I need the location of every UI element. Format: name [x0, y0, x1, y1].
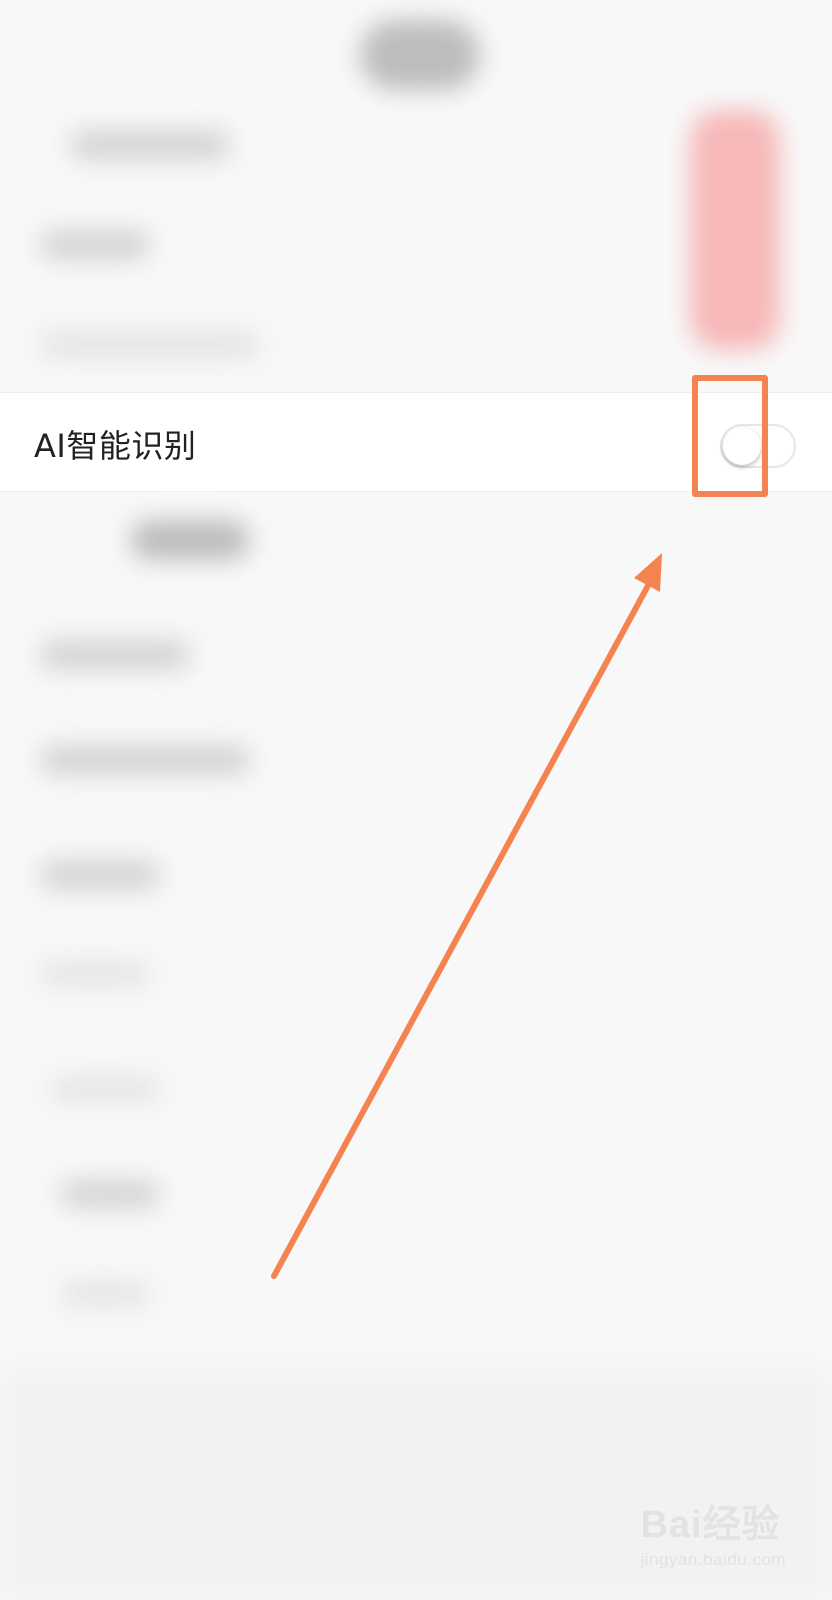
baidu-jingyan-watermark: Bai经验 jingyan.baidu.com [640, 1493, 786, 1570]
watermark-url: jingyan.baidu.com [640, 1550, 786, 1569]
arrow-shaft [271, 579, 653, 1279]
annotation-arrow-icon [271, 553, 662, 1279]
watermark-logo-text: Bai经验 [640, 1504, 781, 1546]
